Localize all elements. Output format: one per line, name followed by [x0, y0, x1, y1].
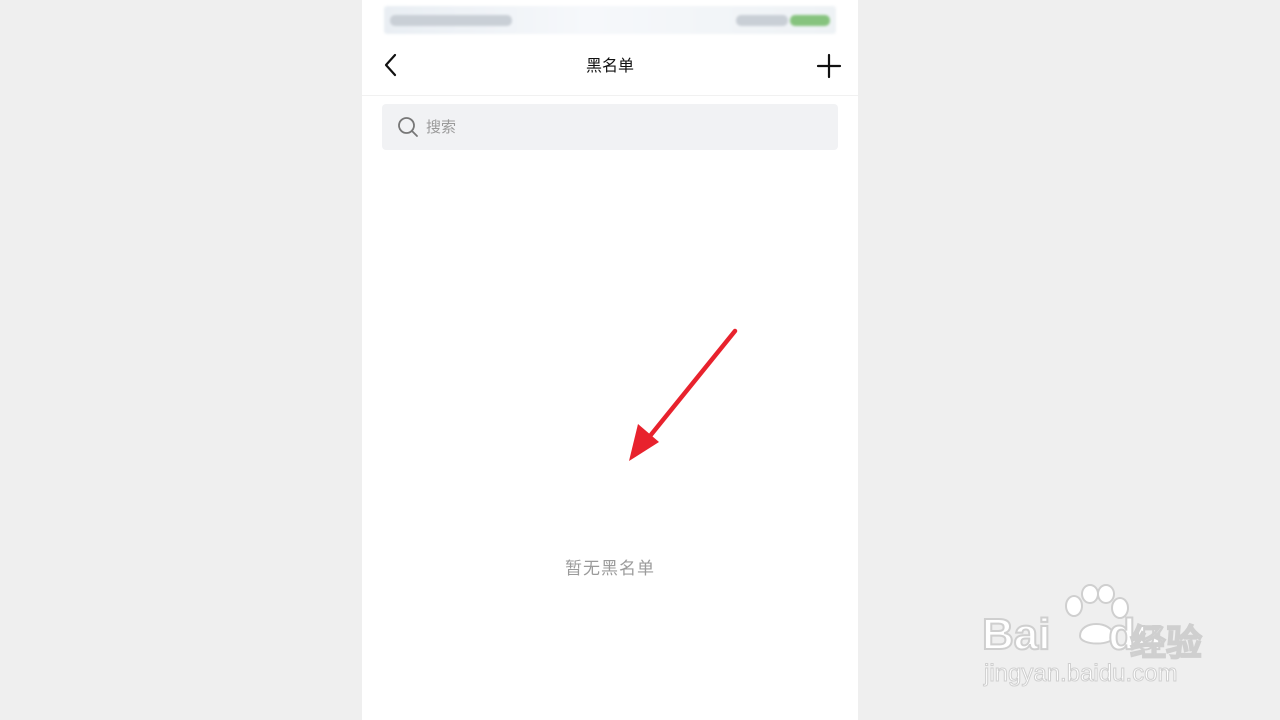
watermark-product: 经验 — [1129, 622, 1203, 665]
search-icon — [398, 117, 418, 137]
status-bar-signal — [736, 15, 788, 26]
chevron-left-icon — [384, 53, 397, 77]
empty-state-message: 暂无黑名单 — [565, 559, 655, 579]
battery-icon — [790, 15, 830, 26]
search-bar[interactable] — [382, 104, 838, 150]
add-button[interactable] — [816, 52, 842, 80]
back-button[interactable] — [380, 50, 404, 80]
phone-screen: 黑名单 暂无黑名单 — [362, 0, 858, 720]
plus-icon — [816, 53, 842, 79]
status-bar — [384, 6, 836, 34]
search-input[interactable] — [426, 104, 826, 150]
page-title: 黑名单 — [585, 56, 634, 75]
watermark-url: jingyan.baidu.com — [983, 660, 1178, 688]
baidu-jingyan-watermark: Bai du 经验 jingyan.baidu.com — [980, 584, 1220, 694]
status-bar-time — [390, 15, 512, 26]
navigation-bar: 黑名单 — [362, 36, 858, 96]
